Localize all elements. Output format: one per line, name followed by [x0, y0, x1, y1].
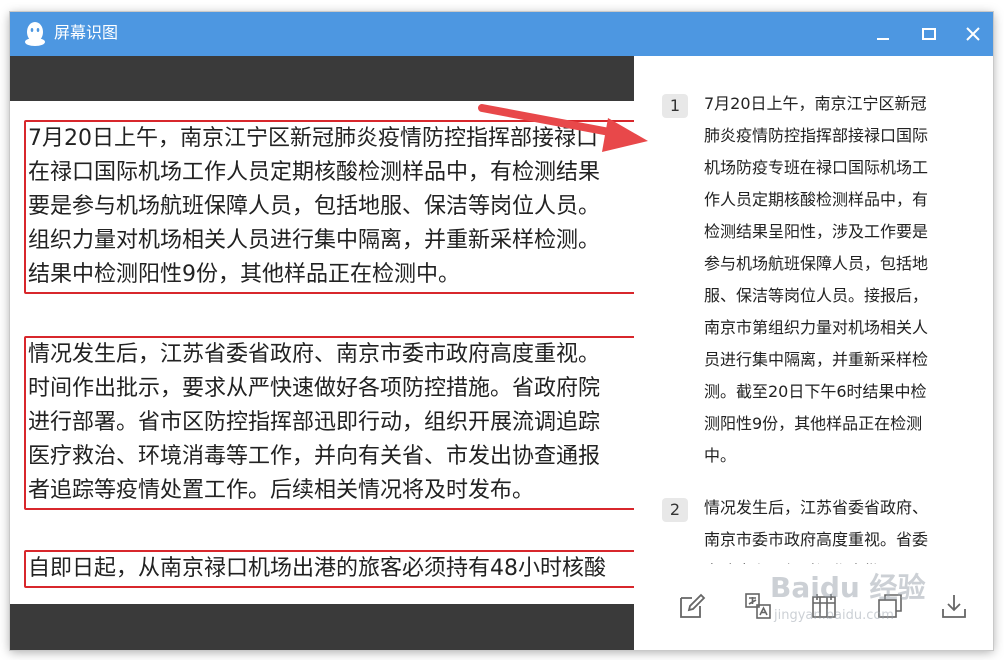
ocr-line: 者追踪等疫情处置工作。后续相关情况将及时发布。 [28, 478, 535, 503]
qq-penguin-icon [25, 22, 45, 46]
result-line: 服、保洁等岗位人员。接报后， [704, 286, 929, 305]
close-icon [966, 27, 980, 41]
translate-icon [745, 593, 771, 619]
ocr-block-3[interactable]: 自即日起，从南京禄口机场出港的旅客必须持有48小时核酸 [24, 550, 634, 588]
result-line: 作人员定期核酸检测样品中，有 [704, 190, 929, 209]
ocr-line: 自即日起，从南京禄口机场出港的旅客必须持有48小时核酸 [28, 556, 606, 581]
maximize-button[interactable] [914, 20, 944, 48]
window-title: 屏幕识图 [54, 23, 119, 42]
minimize-icon [877, 38, 889, 40]
watermark-brand: Baidu 经验 [770, 571, 926, 604]
result-line: 中。 [704, 446, 737, 465]
result-pane: 1 7月20日上午，南京江宁区新冠 肺炎疫情防控指挥部接禄口国际 机场防疫专班在… [634, 56, 993, 650]
ocr-line: 结果中检测阳性9份，其他样品正在检测中。 [28, 262, 460, 287]
edit-button[interactable] [672, 586, 712, 626]
result-item-text: 情况发生后，江苏省委省政府、 南京市委市政府高度重视。省委 省政府主要领时间作出… [704, 492, 962, 564]
maximize-icon [922, 28, 936, 40]
result-line: 机场防疫专班在禄口国际机场工 [704, 158, 929, 177]
watermark-url: jingyan.baidu.com [774, 608, 894, 623]
minimize-button[interactable] [868, 20, 898, 48]
ocr-line: 时间作出批示，要求从严快速做好各项防控措施。省政府院 [28, 376, 601, 401]
result-line: 参与机场航班保障人员，包括地 [704, 254, 929, 273]
image-bottom-band [10, 604, 634, 650]
ocr-line: 医疗救治、环境消毒等工作，并向有关省、市发出协查通报 [28, 444, 601, 469]
result-line: 情况发生后，江苏省委省政府、 [704, 498, 929, 517]
ocr-line: 进行部署。省市区防控指挥部迅即行动，组织开展流调追踪 [28, 410, 601, 435]
ocr-line: 要是参与机场航班保障人员，包括地服、保洁等岗位人员。 [28, 194, 601, 219]
result-line: 南京市委市政府高度重视。省委 [704, 530, 929, 549]
image-top-band [10, 56, 634, 101]
result-line: 检测结果呈阳性，涉及工作要是 [704, 222, 929, 241]
result-line: 省政府主要领时间作出批示，要 [704, 556, 962, 564]
ocr-line: 情况发生后，江苏省委省政府、南京市委市政府高度重视。 [28, 342, 601, 367]
result-line: 员进行集中隔离，并重新采样检 [704, 350, 929, 369]
result-list[interactable]: 1 7月20日上午，南京江宁区新冠 肺炎疫情防控指挥部接禄口国际 机场防疫专班在… [634, 78, 993, 564]
result-line: 7月20日上午，南京江宁区新冠 [704, 94, 927, 113]
result-item-number: 2 [662, 498, 688, 522]
result-line: 测阳性9份，其他样品正在检测 [704, 414, 923, 433]
result-item-number: 1 [662, 94, 688, 118]
title-bar: 屏幕识图 [10, 12, 993, 56]
ocr-line: 组织力量对机场相关人员进行集中隔离，并重新采样检测。 [28, 228, 601, 253]
result-line: 南京市第组织力量对机场相关人 [704, 318, 929, 337]
baidu-watermark: Baidu 经验 jingyan.baidu.com [770, 566, 970, 636]
result-line: 测。截至20日下午6时结果中检 [704, 382, 927, 401]
ocr-block-2[interactable]: 情况发生后，江苏省委省政府、南京市委市政府高度重视。 时间作出批示，要求从严快速… [24, 336, 634, 510]
close-button[interactable] [958, 20, 988, 48]
edit-icon [680, 593, 706, 618]
result-item-text: 7月20日上午，南京江宁区新冠 肺炎疫情防控指挥部接禄口国际 机场防疫专班在禄口… [704, 88, 962, 472]
result-line: 肺炎疫情防控指挥部接禄口国际 [704, 126, 929, 145]
red-arrow-annotation [478, 104, 648, 152]
